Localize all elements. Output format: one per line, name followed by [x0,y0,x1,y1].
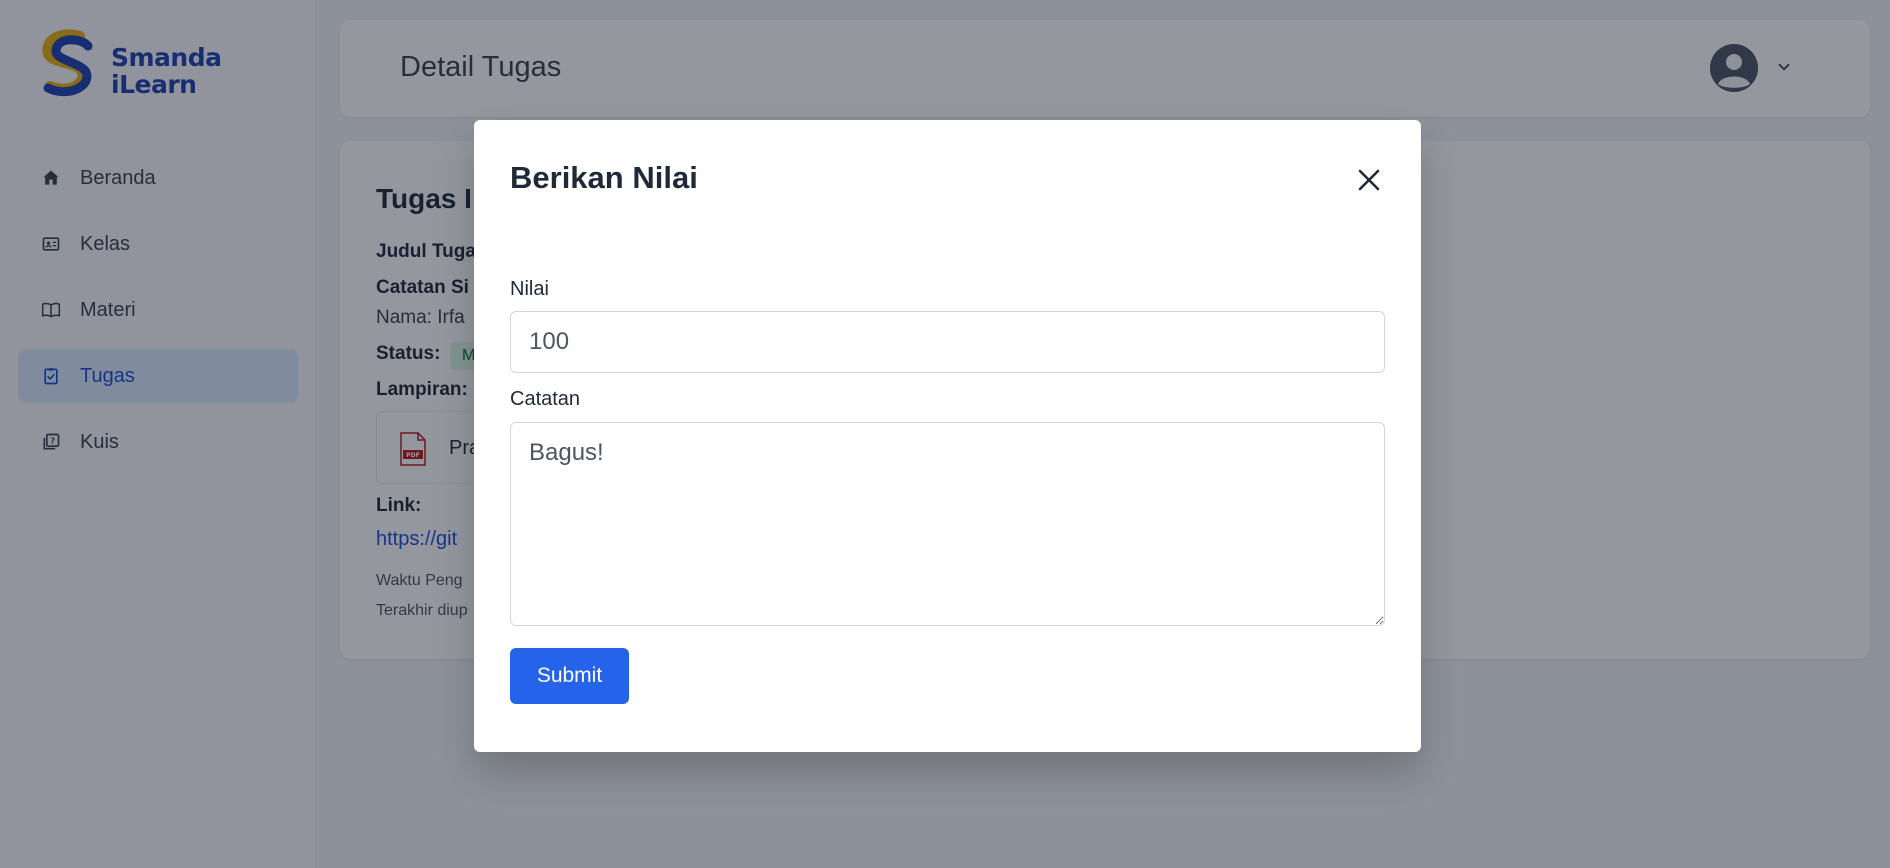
app-root: Smanda iLearn Beranda Kelas Materi Tugas… [0,0,1890,868]
catatan-label: Catatan [510,388,581,410]
close-icon[interactable] [1353,164,1385,196]
grade-modal: Berikan Nilai Nilai Catatan Bagus! Submi… [474,120,1421,752]
catatan-textarea[interactable]: Bagus! [510,422,1385,626]
modal-title: Berikan Nilai [510,160,698,195]
nilai-input[interactable] [510,311,1385,373]
nilai-label: Nilai [510,278,549,300]
submit-button[interactable]: Submit [510,648,629,704]
